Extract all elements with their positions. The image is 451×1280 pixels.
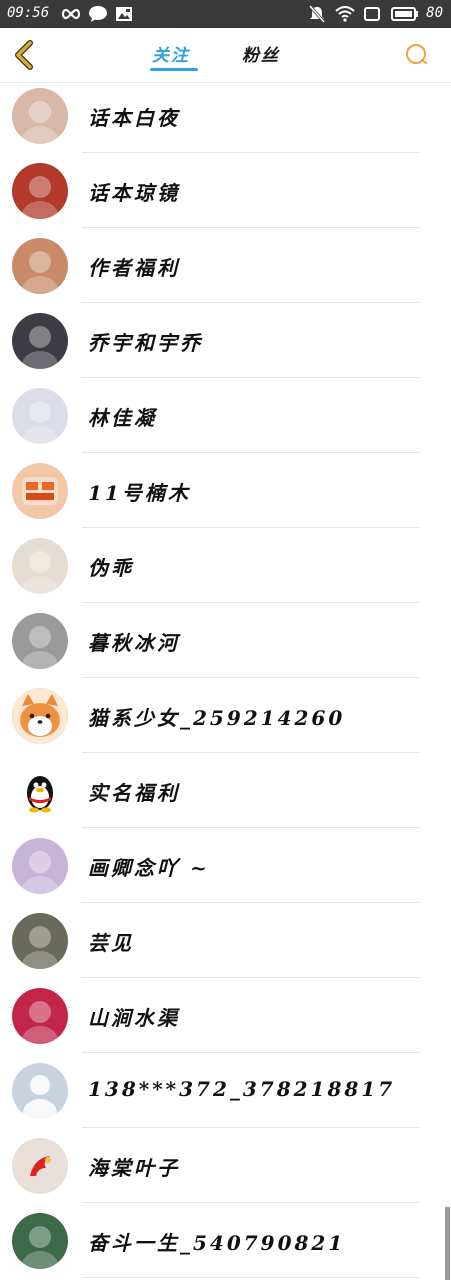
list-item[interactable]: 暮秋冰河 (0, 603, 451, 678)
search-icon (406, 44, 427, 64)
list-item[interactable]: 话本白夜 (0, 78, 451, 153)
contact-name: 林佳凝 (88, 406, 157, 430)
top-nav: 关注 粉丝 (0, 28, 451, 83)
avatar-sketch-girl-icon (22, 551, 58, 594)
contact-name: 海棠叶子 (88, 1156, 180, 1180)
contact-name: 暮秋冰河 (88, 631, 180, 655)
avatar-shiba-dog-icon (12, 688, 68, 744)
tab-follow[interactable]: 关注 (152, 41, 190, 66)
tab-fans[interactable]: 粉丝 (242, 41, 280, 66)
list-item[interactable]: 作者福利 (0, 228, 451, 303)
contact-name: 猫系少女_259214260 (88, 706, 346, 730)
avatar[interactable] (12, 688, 68, 744)
avatar-book-mascot-icon (22, 176, 58, 219)
divider (82, 1277, 419, 1278)
search-button[interactable] (402, 40, 432, 70)
avatar-anime-girl-icon (22, 251, 58, 294)
status-bar: 09:56 80 (0, 0, 451, 28)
list-item[interactable]: 林佳凝 (0, 378, 451, 453)
avatar[interactable] (12, 838, 68, 894)
list-item[interactable]: 实名福利 (0, 753, 451, 828)
contact-name: 实名福利 (88, 781, 180, 805)
list-item[interactable]: 芸见 (0, 903, 451, 978)
avatar[interactable] (12, 238, 68, 294)
chevron-left-icon (15, 40, 33, 70)
avatar-red-logo-icon (30, 1156, 51, 1176)
list-item[interactable]: 乔宇和宇乔 (0, 303, 451, 378)
avatar[interactable] (12, 613, 68, 669)
avatar-white-hair-girl-icon (22, 401, 58, 444)
contact-name: 芸见 (88, 931, 134, 955)
avatar-default-person-icon (23, 1075, 57, 1119)
avatar[interactable] (12, 988, 68, 1044)
avatar[interactable] (12, 763, 68, 819)
contact-name: 作者福利 (88, 256, 180, 280)
infinity-icon (60, 4, 82, 24)
avatar[interactable] (12, 1213, 68, 1269)
contact-name: 乔宇和宇乔 (88, 331, 203, 355)
avatar-photo-nature-icon (22, 1226, 58, 1269)
list-item[interactable]: 138***372_378218817 (0, 1053, 451, 1128)
following-list: 话本白夜话本琼镜作者福利乔宇和宇乔林佳凝 11号楠木伪乖暮秋冰河猫系少女_2592… (0, 78, 451, 1278)
contact-name: 话本琼镜 (88, 181, 180, 205)
message-icon (88, 4, 108, 24)
back-button[interactable] (8, 38, 40, 72)
avatar-photo-flowers-icon (22, 1001, 58, 1044)
avatar-girl-red-bow-icon (22, 101, 58, 144)
battery-level: 80 (426, 5, 443, 21)
avatar-photo-girl-icon (22, 926, 58, 969)
active-tab-indicator (150, 68, 198, 71)
contact-name: 138***372_378218817 (88, 1077, 396, 1101)
list-item[interactable]: 山涧水渠 (0, 978, 451, 1053)
screen-icon (362, 4, 382, 24)
avatar-photo-dark-icon (22, 326, 58, 369)
list-item[interactable]: 猫系少女_259214260 (0, 678, 451, 753)
wifi-icon (334, 4, 356, 24)
avatar[interactable] (12, 538, 68, 594)
avatar[interactable] (12, 1138, 68, 1194)
avatar[interactable] (12, 1063, 68, 1119)
list-item[interactable]: 伪乖 (0, 528, 451, 603)
contact-name: 伪乖 (88, 556, 134, 580)
list-item[interactable]: 话本琼镜 (0, 153, 451, 228)
avatar[interactable] (12, 388, 68, 444)
contact-name: 山涧水渠 (88, 1006, 180, 1030)
scrollbar[interactable] (445, 1207, 450, 1280)
status-time: 09:56 (7, 5, 50, 21)
avatar-purple-hair-girl-icon (22, 851, 58, 894)
avatar[interactable] (12, 88, 68, 144)
image-icon (114, 4, 134, 24)
avatar[interactable] (12, 913, 68, 969)
contact-name: 话本白夜 (88, 106, 180, 130)
avatar[interactable] (12, 313, 68, 369)
contact-name: 画卿念吖 ~ (88, 856, 210, 880)
list-item[interactable]: 海棠叶子 (0, 1128, 451, 1203)
list-item[interactable]: 画卿念吖 ~ (0, 828, 451, 903)
avatar[interactable] (12, 163, 68, 219)
avatar-qq-penguin-icon (27, 776, 53, 813)
battery-icon (390, 4, 420, 24)
list-item[interactable]: 奋斗一生_540790821 (0, 1203, 451, 1278)
avatar-boy-hat-icon (22, 626, 58, 669)
list-item[interactable]: 11号楠木 (0, 453, 451, 528)
contact-name: 11号楠木 (88, 481, 191, 505)
avatar-text-logo-icon (22, 477, 58, 505)
avatar[interactable] (12, 463, 68, 519)
contact-name: 奋斗一生_540790821 (88, 1231, 346, 1255)
mute-icon (306, 4, 328, 24)
